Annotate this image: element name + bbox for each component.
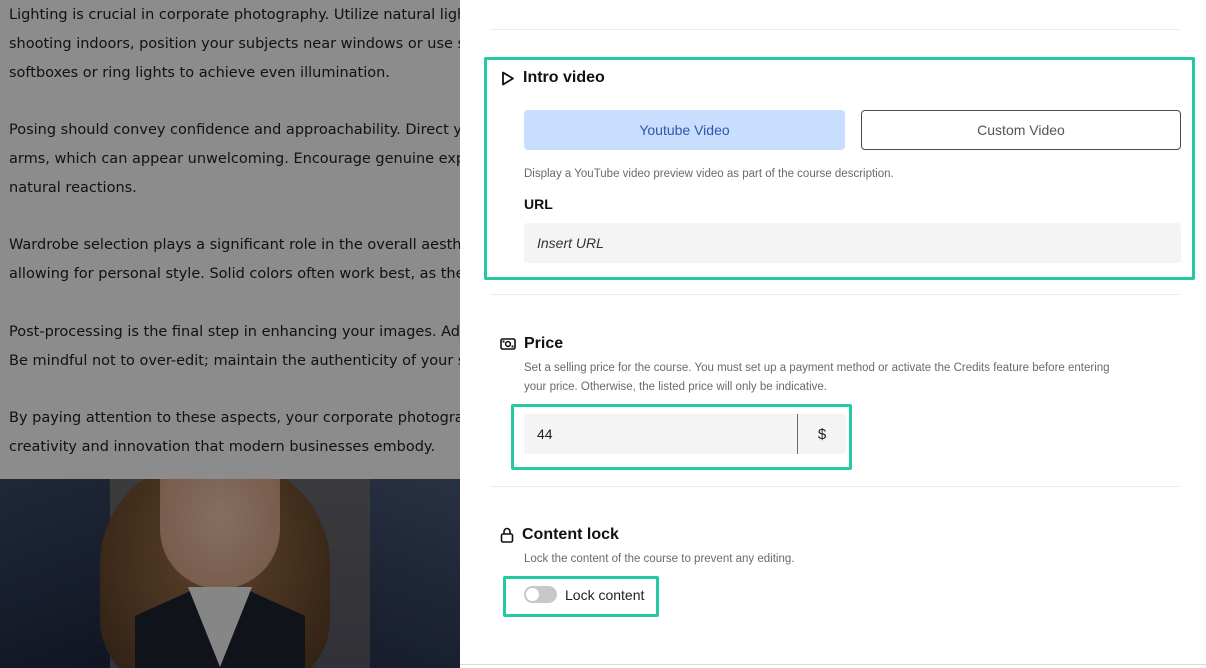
toggle-knob (526, 588, 539, 601)
course-settings-panel: Intro video Youtube Video Custom Video D… (460, 0, 1206, 668)
modal-backdrop[interactable] (0, 0, 460, 668)
lock-icon (500, 527, 514, 543)
youtube-video-tab[interactable]: Youtube Video (524, 110, 845, 150)
lock-content-row: Lock content (524, 586, 644, 603)
panel-bottom-border (460, 664, 1206, 665)
price-input[interactable]: 44 (524, 426, 797, 442)
price-heading: Price (500, 335, 563, 353)
play-icon (502, 71, 514, 85)
custom-video-tab[interactable]: Custom Video (861, 110, 1181, 150)
content-lock-heading: Content lock (500, 526, 619, 544)
section-divider (490, 29, 1180, 30)
price-helper: Set a selling price for the course. You … (524, 362, 1110, 393)
lock-content-toggle[interactable] (524, 586, 557, 603)
money-icon (500, 338, 516, 350)
intro-video-helper: Display a YouTube video preview video as… (524, 168, 894, 180)
lock-content-label: Lock content (565, 586, 645, 603)
section-divider (490, 486, 1180, 487)
price-field[interactable]: 44 $ (524, 414, 846, 454)
currency-symbol: $ (817, 425, 827, 443)
section-divider (490, 294, 1180, 295)
url-label: URL (524, 196, 553, 212)
url-input[interactable] (524, 223, 1181, 263)
content-lock-helper: Lock the content of the course to preven… (524, 553, 795, 565)
intro-video-heading: Intro video (500, 69, 605, 87)
background-article: Lighting is crucial in corporate photogr… (0, 0, 460, 668)
